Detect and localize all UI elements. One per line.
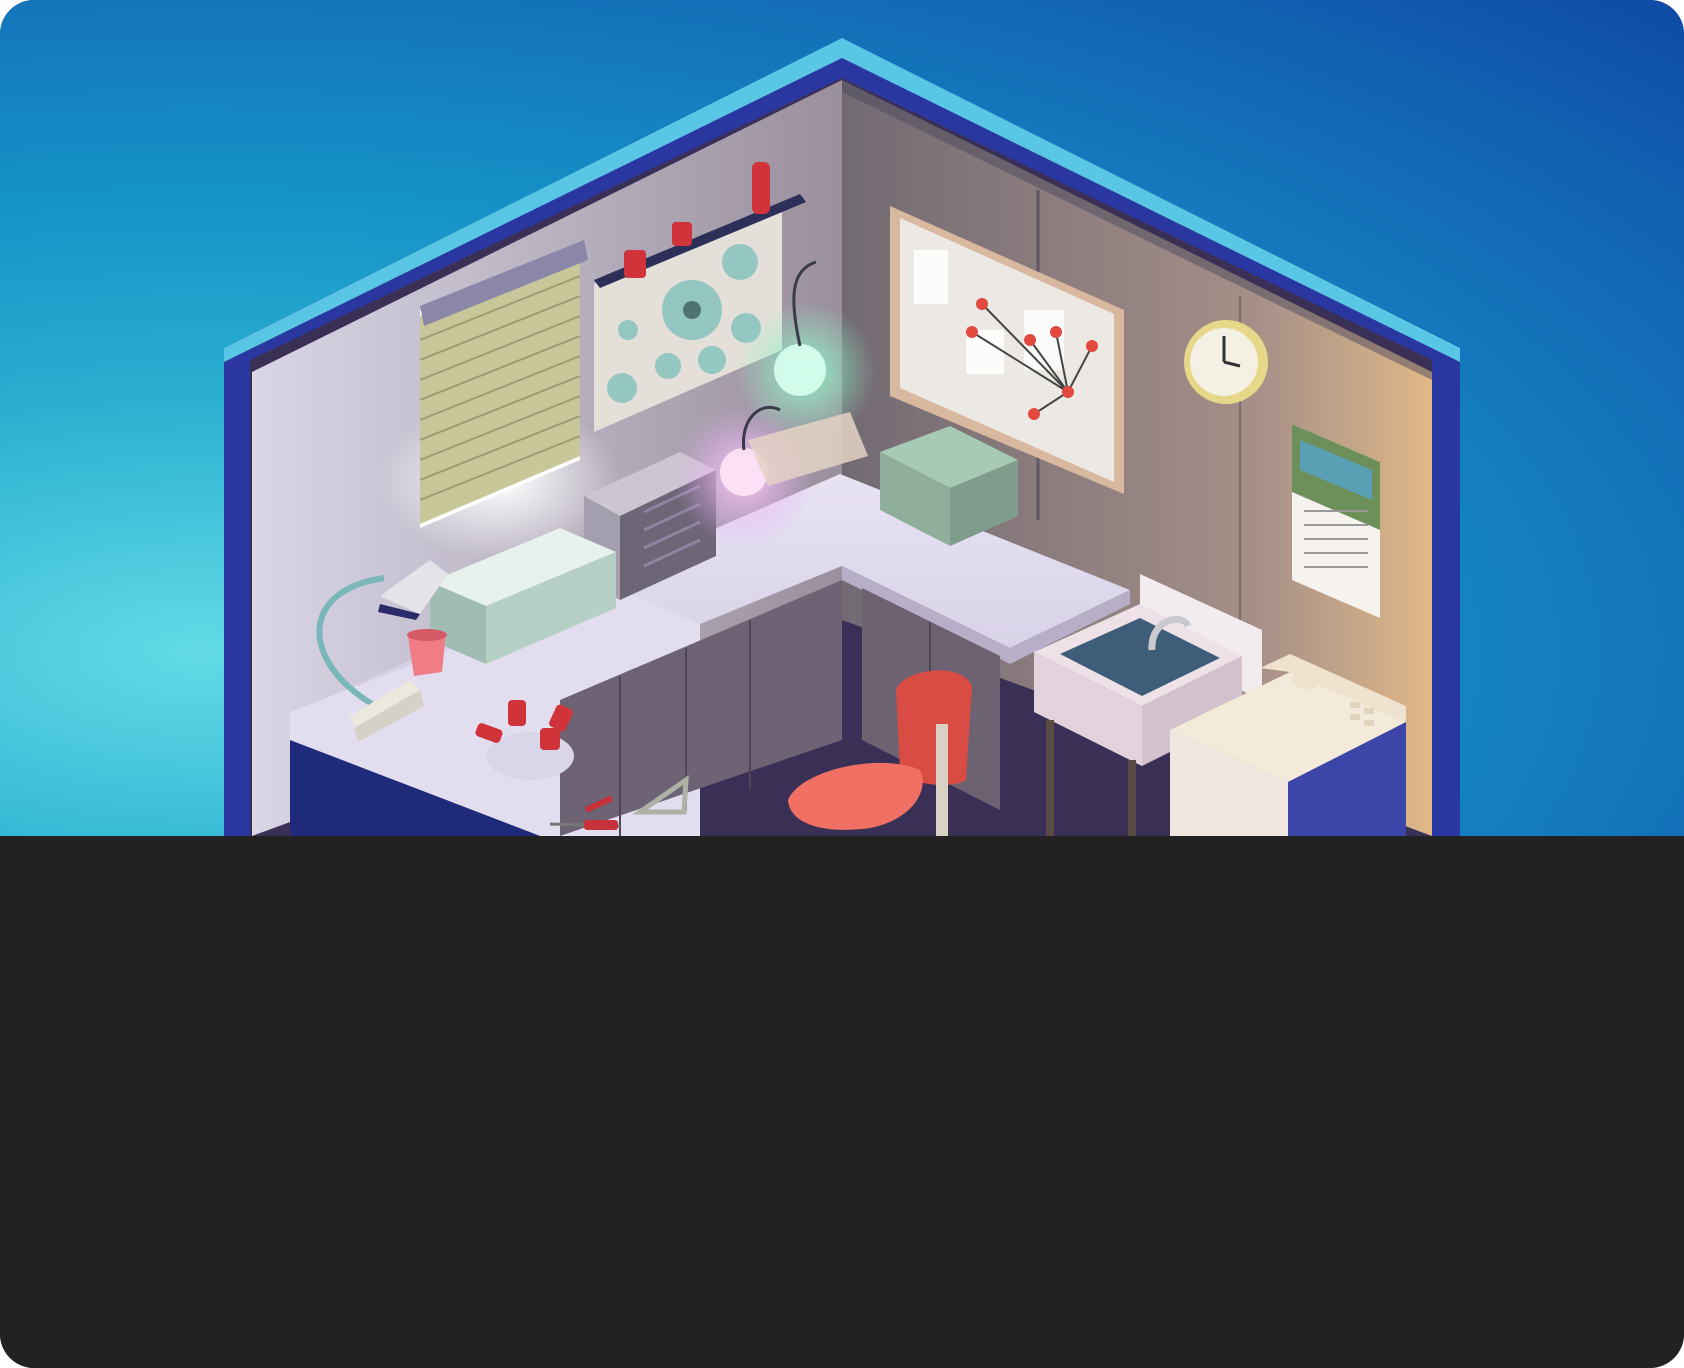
card — [0, 0, 1684, 1368]
lab-room-illustration — [224, 38, 1460, 836]
hero-illustration — [0, 0, 1684, 836]
wall-clock — [1184, 320, 1268, 404]
content-panel — [0, 836, 1684, 1368]
